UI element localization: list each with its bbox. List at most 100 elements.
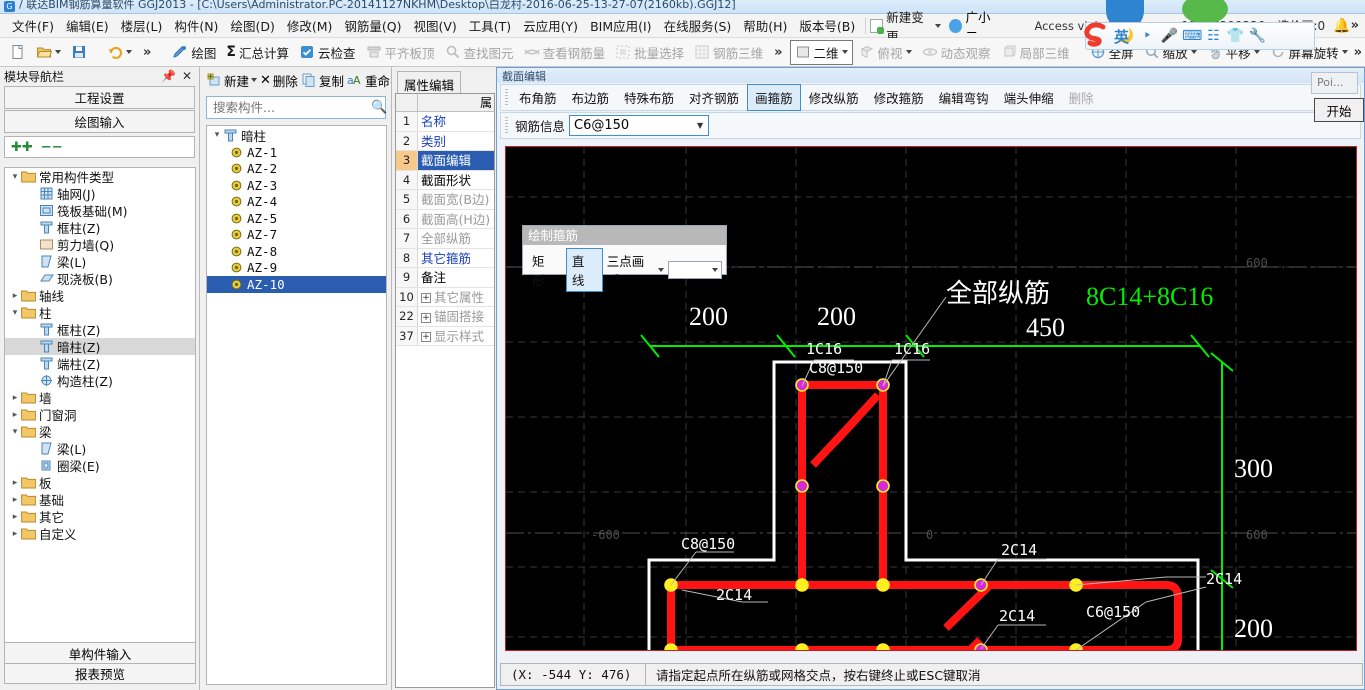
- menu-item-edit[interactable]: 编辑(E): [60, 14, 115, 37]
- tab-corner-rebar[interactable]: 布角筋: [512, 85, 564, 110]
- component-item-az-3[interactable]: AZ-3: [207, 177, 386, 194]
- local-3d-button[interactable]: 局部三维: [997, 41, 1074, 64]
- component-item-az-8[interactable]: AZ-8: [207, 243, 386, 260]
- single-component-input-button[interactable]: 单构件输入: [4, 642, 196, 663]
- copy-component-button[interactable]: 复制: [301, 71, 344, 90]
- menu-item-floor[interactable]: 楼层(L): [115, 14, 169, 37]
- wrench-icon[interactable]: 🔧: [1248, 28, 1267, 44]
- tab-align-rebar[interactable]: 对齐钢筋: [682, 85, 746, 110]
- nav-tree-item-2[interactable]: 筏板基础(M): [5, 202, 195, 219]
- tab-delete[interactable]: 删除: [1062, 85, 1101, 110]
- toolbar-gripper-2[interactable]: [505, 116, 508, 135]
- undo-button[interactable]: [103, 42, 136, 62]
- chevron-down-icon[interactable]: ▾: [211, 130, 223, 140]
- delete-component-button[interactable]: ✕ 删除: [260, 71, 298, 90]
- section-drawing-canvas[interactable]: -600 0 600 600 200 200 450 300 200 1C16 …: [505, 146, 1357, 651]
- project-settings-button[interactable]: 工程设置: [4, 86, 195, 109]
- ime-mode-label[interactable]: 英: [1114, 26, 1129, 47]
- find-element-button[interactable]: 查找图元: [441, 41, 518, 64]
- new-component-button[interactable]: 新建: [206, 71, 258, 90]
- nav-tree-item-19[interactable]: ▸ 基础: [5, 491, 195, 508]
- menu-item-component[interactable]: 构件(N): [168, 14, 224, 37]
- draw-input-button[interactable]: 绘图输入: [4, 110, 195, 133]
- view-2d-button[interactable]: 二维: [789, 39, 853, 65]
- poi-popup[interactable]: Poi...: [1311, 72, 1358, 94]
- menu-item-view[interactable]: 视图(V): [407, 14, 462, 37]
- menubar-overflow-chevron[interactable]: »: [1351, 18, 1359, 33]
- component-search-row[interactable]: 🔍: [206, 96, 387, 119]
- tab-draw-stirrup[interactable]: 画箍筋: [747, 84, 801, 111]
- collapse-all-icon[interactable]: −−: [41, 140, 63, 155]
- menu-item-bim[interactable]: BIM应用(I): [584, 14, 658, 37]
- menu-item-help[interactable]: 帮助(H): [737, 14, 793, 37]
- chevron-down-icon[interactable]: [1190, 50, 1197, 54]
- chevron-right-icon[interactable]: ▸: [9, 393, 21, 403]
- chevron-right-icon[interactable]: ▸: [9, 478, 21, 488]
- nav-tree-item-12[interactable]: 构造柱(Z): [5, 372, 195, 389]
- chevron-down-icon[interactable]: [126, 50, 132, 54]
- nav-tree-item-6[interactable]: 现浇板(B): [5, 270, 195, 287]
- report-preview-button[interactable]: 报表预览: [4, 663, 196, 684]
- menu-item-tools[interactable]: 工具(T): [463, 14, 517, 37]
- expand-plus-icon[interactable]: +: [421, 332, 431, 342]
- property-row-5[interactable]: 6 截面高(H边): [396, 209, 494, 229]
- component-tree[interactable]: ▾ 暗柱 AZ-1 AZ-2 AZ-3 AZ-4 AZ-5 AZ-7 AZ-8 AZ-9 AZ-…: [206, 125, 387, 685]
- tab-edge-rebar[interactable]: 布边筋: [565, 85, 617, 110]
- draw-option-combo[interactable]: [668, 261, 722, 279]
- nav-tree-item-5[interactable]: 梁(L): [5, 253, 195, 270]
- menu-item-version[interactable]: 版本号(B): [793, 14, 861, 37]
- save-button[interactable]: [67, 42, 91, 62]
- three-point-arc-button[interactable]: 三点画弧: [607, 251, 665, 289]
- property-row-2[interactable]: 3 截面编辑: [396, 151, 494, 171]
- nav-tree-item-9[interactable]: 框柱(Z): [5, 321, 195, 338]
- property-row-7[interactable]: 8 其它箍筋: [396, 248, 494, 268]
- new-file-button[interactable]: [6, 42, 30, 62]
- tab-edit-hook[interactable]: 编辑弯钩: [932, 85, 996, 110]
- chevron-right-icon[interactable]: ▸: [9, 410, 21, 420]
- keyboard-icon[interactable]: ⌨: [1182, 28, 1202, 44]
- chevron-down-icon[interactable]: [935, 23, 942, 28]
- property-row-6[interactable]: 7 全部纵筋: [396, 229, 494, 249]
- toolbar-expand-chevron[interactable]: »: [143, 45, 151, 60]
- tab-end-extend[interactable]: 端头伸缩: [997, 85, 1061, 110]
- search-icon[interactable]: 🔍: [371, 100, 387, 115]
- property-row-0[interactable]: 1 名称: [396, 112, 494, 132]
- component-item-az-2[interactable]: AZ-2: [207, 161, 386, 178]
- pin-icon[interactable]: 📌: [158, 69, 179, 83]
- nav-tree-item-16[interactable]: 梁(L): [5, 440, 195, 457]
- chevron-right-icon[interactable]: ▸: [9, 291, 21, 301]
- component-type-tree[interactable]: ▾ 常用构件类型 轴网(J) 筏板基础(M) 框柱(Z) 剪力墙(Q) 梁(L) 现浇板(B)…: [4, 167, 196, 647]
- expand-plus-icon[interactable]: +: [421, 293, 431, 303]
- toolbar-overflow-chevron[interactable]: »: [774, 45, 782, 60]
- bell-icon[interactable]: 🔔: [1333, 18, 1350, 34]
- property-grid[interactable]: 属 1 名称 2 类别 3 截面编辑 4 截面形状 5 截面宽(B边) 6 截面高(H边) 7 全部纵筋 8…: [395, 93, 495, 688]
- property-row-1[interactable]: 2 类别: [396, 131, 494, 151]
- nav-tree-item-8[interactable]: ▾ 柱: [5, 304, 195, 321]
- microphone-icon[interactable]: 🎤: [1160, 28, 1179, 44]
- view-rebar-amount-button[interactable]: 查看钢筋量: [520, 41, 610, 64]
- nav-tree-item-4[interactable]: 剪力墙(Q): [5, 236, 195, 253]
- property-row-9[interactable]: 10 + 其它属性: [396, 287, 494, 307]
- nav-tree-item-14[interactable]: ▸ 门窗洞: [5, 406, 195, 423]
- chevron-down-icon[interactable]: ▼: [692, 121, 708, 130]
- property-row-4[interactable]: 5 截面宽(B边): [396, 190, 494, 210]
- chevron-down-icon[interactable]: [711, 268, 718, 272]
- chevron-right-icon[interactable]: ▸: [9, 495, 21, 505]
- dynamic-orbit-button[interactable]: 动态观察: [918, 41, 995, 64]
- expand-plus-icon[interactable]: +: [421, 312, 431, 323]
- chevron-down-icon[interactable]: [658, 268, 665, 272]
- draw-stirrup-panel[interactable]: 绘制箍筋 矩形 直线 三点画弧: [522, 225, 727, 292]
- component-item-az-9[interactable]: AZ-9: [207, 260, 386, 277]
- cloud-check-button[interactable]: 云检查: [295, 41, 360, 64]
- nav-tree-item-21[interactable]: ▸ 自定义: [5, 525, 195, 542]
- comma-icon[interactable]: ‣: [1138, 28, 1157, 44]
- chevron-down-icon[interactable]: [55, 50, 61, 54]
- chevron-down-icon[interactable]: [1253, 50, 1260, 54]
- rebar-info-combo[interactable]: C6@150 ▼: [569, 115, 710, 136]
- nav-tree-item-3[interactable]: 框柱(Z): [5, 219, 195, 236]
- chevron-down-icon[interactable]: [905, 50, 912, 54]
- tab-special-rebar[interactable]: 特殊布筋: [617, 85, 681, 110]
- menu-item-modify[interactable]: 修改(M): [281, 14, 339, 37]
- toolbar-right-chevron[interactable]: »: [1354, 45, 1362, 60]
- component-item-az-7[interactable]: AZ-7: [207, 227, 386, 244]
